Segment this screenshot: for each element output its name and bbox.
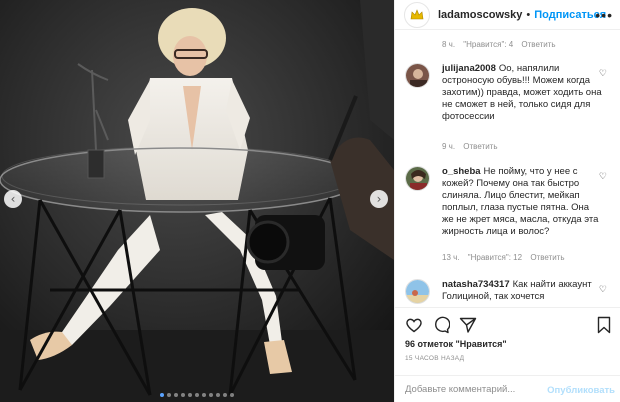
comment-likes[interactable]: "Нравится": 12: [468, 253, 522, 262]
add-comment-bar: Опубликовать: [395, 375, 620, 402]
comment-meta: 13 ч. "Нравится": 12 Ответить: [442, 253, 565, 262]
carousel-dot: [230, 393, 234, 397]
more-options-icon[interactable]: •••: [595, 7, 613, 23]
comment-likes[interactable]: "Нравится": 4: [463, 40, 513, 49]
crown-icon: [410, 8, 424, 19]
comment-icon[interactable]: [432, 316, 450, 334]
carousel-dot: [181, 393, 185, 397]
likes-count[interactable]: 96 отметок "Нравится": [405, 339, 507, 349]
comment-time: 8 ч.: [442, 40, 456, 49]
carousel-next-button[interactable]: ›: [370, 190, 388, 208]
heart-icon[interactable]: ♡: [599, 284, 607, 295]
bookmark-icon[interactable]: [595, 316, 613, 334]
comment-reply-button[interactable]: Ответить: [463, 142, 497, 151]
post-actions-bar: [395, 307, 620, 343]
post-image: [0, 0, 394, 402]
carousel-dot: [188, 393, 192, 397]
post-header: ladamoscowsky • Подписаться •••: [395, 0, 620, 30]
carousel-dot: [216, 393, 220, 397]
carousel-dot: [202, 393, 206, 397]
carousel-dot: [174, 393, 178, 397]
carousel-prev-button[interactable]: ‹: [4, 190, 22, 208]
comment-reply-button[interactable]: Ответить: [530, 253, 564, 262]
carousel-dot: [167, 393, 171, 397]
comments-list[interactable]: 8 ч. "Нравится": 4 Ответить julijana2008…: [395, 30, 620, 307]
share-icon[interactable]: [459, 316, 477, 334]
carousel-dot: [160, 393, 164, 397]
publish-button[interactable]: Опубликовать: [547, 385, 615, 396]
carousel-dot: [223, 393, 227, 397]
post-photo[interactable]: ‹ ›: [0, 0, 394, 402]
header-username[interactable]: ladamoscowsky: [438, 9, 522, 21]
comment-meta: 9 ч. Ответить: [442, 142, 498, 151]
carousel-dot: [195, 393, 199, 397]
post-timestamp: 15 ЧАСОВ НАЗАД: [405, 355, 465, 362]
like-icon[interactable]: [405, 316, 423, 334]
heart-icon[interactable]: ♡: [599, 68, 607, 79]
comment-username[interactable]: julijana2008: [442, 63, 496, 74]
comment-time: 9 ч.: [442, 142, 456, 151]
comment-text-block: o_sheba Не пойму, что у нее с кожей? Поче…: [442, 166, 602, 238]
avatar[interactable]: [405, 63, 430, 88]
previous-comment-meta: 8 ч. "Нравится": 4 Ответить: [442, 40, 556, 49]
carousel-dot: [209, 393, 213, 397]
comment-text-block: natasha734317 Как найти аккаунт Голициной…: [442, 279, 602, 303]
heart-icon[interactable]: ♡: [599, 171, 607, 182]
comment-time: 13 ч.: [442, 253, 460, 262]
comment-text-block: julijana2008 Оо, напялили остроносую обув…: [442, 63, 602, 123]
post-side-panel: ladamoscowsky • Подписаться ••• 8 ч. "Нр…: [394, 0, 620, 402]
avatar[interactable]: [405, 279, 430, 304]
header-separator: •: [526, 8, 531, 21]
carousel-indicator: [0, 393, 394, 397]
avatar[interactable]: [404, 1, 430, 28]
comment-username[interactable]: natasha734317: [442, 279, 510, 290]
avatar[interactable]: [405, 166, 430, 191]
comment-reply-button[interactable]: Ответить: [521, 40, 555, 49]
comment-input[interactable]: [405, 383, 555, 395]
comment-username[interactable]: o_sheba: [442, 166, 481, 177]
